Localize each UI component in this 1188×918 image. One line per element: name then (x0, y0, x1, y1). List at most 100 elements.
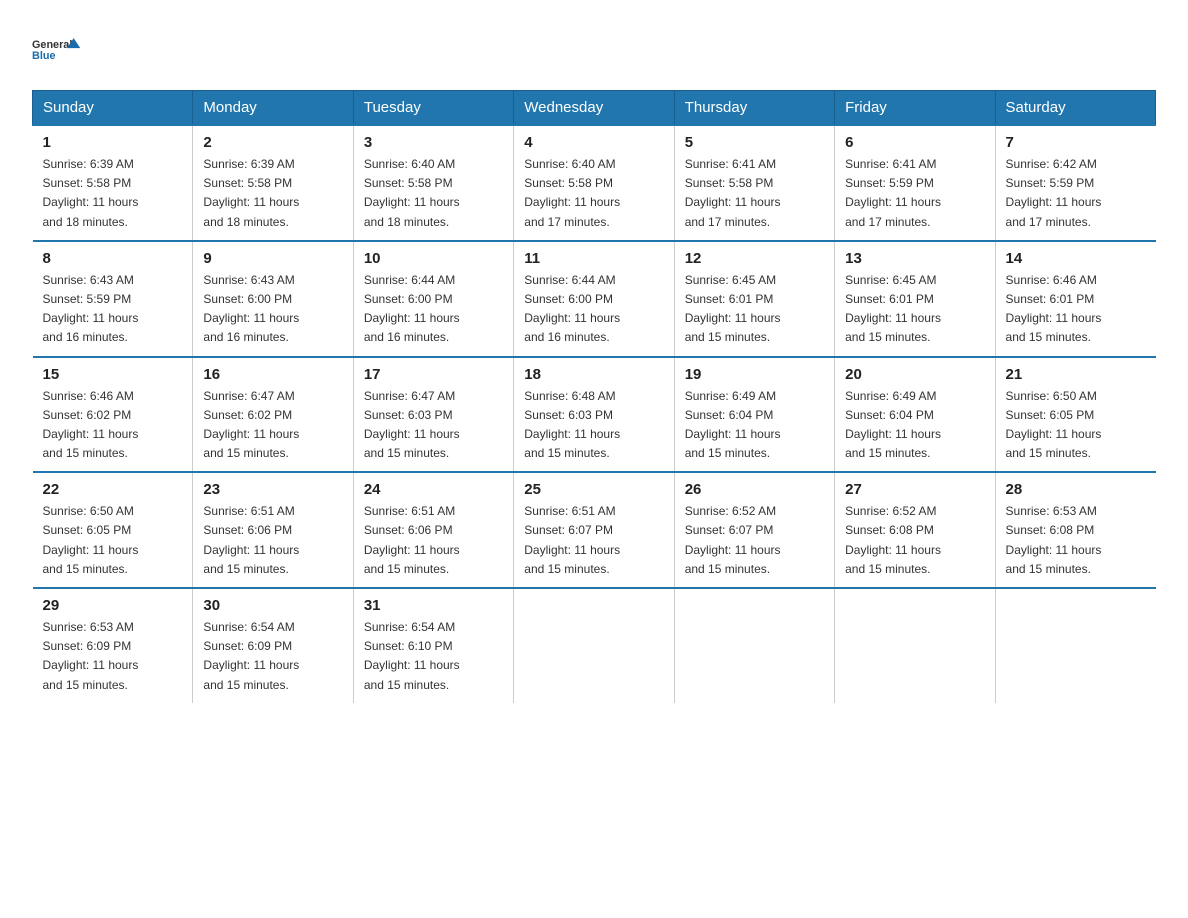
day-info: Sunrise: 6:45 AM Sunset: 6:01 PM Dayligh… (685, 271, 824, 348)
day-number: 27 (845, 481, 984, 498)
day-info: Sunrise: 6:48 AM Sunset: 6:03 PM Dayligh… (524, 387, 663, 464)
day-info: Sunrise: 6:40 AM Sunset: 5:58 PM Dayligh… (524, 155, 663, 232)
day-cell: 27 Sunrise: 6:52 AM Sunset: 6:08 PM Dayl… (835, 472, 995, 588)
weekday-header-sunday: Sunday (33, 91, 193, 126)
day-number: 16 (203, 366, 342, 383)
day-info: Sunrise: 6:46 AM Sunset: 6:02 PM Dayligh… (43, 387, 183, 464)
day-number: 5 (685, 134, 824, 151)
day-info: Sunrise: 6:51 AM Sunset: 6:06 PM Dayligh… (203, 502, 342, 579)
weekday-header-wednesday: Wednesday (514, 91, 674, 126)
day-number: 21 (1006, 366, 1146, 383)
weekday-header-saturday: Saturday (995, 91, 1155, 126)
day-cell: 19 Sunrise: 6:49 AM Sunset: 6:04 PM Dayl… (674, 357, 834, 473)
day-cell: 25 Sunrise: 6:51 AM Sunset: 6:07 PM Dayl… (514, 472, 674, 588)
svg-text:Blue: Blue (32, 50, 55, 62)
day-info: Sunrise: 6:41 AM Sunset: 5:58 PM Dayligh… (685, 155, 824, 232)
day-number: 6 (845, 134, 984, 151)
day-cell: 31 Sunrise: 6:54 AM Sunset: 6:10 PM Dayl… (353, 588, 513, 703)
day-info: Sunrise: 6:52 AM Sunset: 6:07 PM Dayligh… (685, 502, 824, 579)
weekday-header-row: SundayMondayTuesdayWednesdayThursdayFrid… (33, 91, 1156, 126)
weekday-header-thursday: Thursday (674, 91, 834, 126)
weekday-header-friday: Friday (835, 91, 995, 126)
day-info: Sunrise: 6:44 AM Sunset: 6:00 PM Dayligh… (364, 271, 503, 348)
day-cell: 1 Sunrise: 6:39 AM Sunset: 5:58 PM Dayli… (33, 125, 193, 241)
logo: General Blue (32, 24, 82, 74)
day-cell: 3 Sunrise: 6:40 AM Sunset: 5:58 PM Dayli… (353, 125, 513, 241)
day-info: Sunrise: 6:45 AM Sunset: 6:01 PM Dayligh… (845, 271, 984, 348)
day-number: 30 (203, 597, 342, 614)
day-number: 29 (43, 597, 183, 614)
day-number: 1 (43, 134, 183, 151)
weekday-header-monday: Monday (193, 91, 353, 126)
day-cell: 16 Sunrise: 6:47 AM Sunset: 6:02 PM Dayl… (193, 357, 353, 473)
day-info: Sunrise: 6:52 AM Sunset: 6:08 PM Dayligh… (845, 502, 984, 579)
day-info: Sunrise: 6:51 AM Sunset: 6:07 PM Dayligh… (524, 502, 663, 579)
day-cell: 7 Sunrise: 6:42 AM Sunset: 5:59 PM Dayli… (995, 125, 1155, 241)
day-info: Sunrise: 6:54 AM Sunset: 6:10 PM Dayligh… (364, 618, 503, 695)
day-info: Sunrise: 6:47 AM Sunset: 6:02 PM Dayligh… (203, 387, 342, 464)
week-row-3: 15 Sunrise: 6:46 AM Sunset: 6:02 PM Dayl… (33, 357, 1156, 473)
day-number: 26 (685, 481, 824, 498)
day-info: Sunrise: 6:49 AM Sunset: 6:04 PM Dayligh… (685, 387, 824, 464)
day-info: Sunrise: 6:41 AM Sunset: 5:59 PM Dayligh… (845, 155, 984, 232)
day-cell: 9 Sunrise: 6:43 AM Sunset: 6:00 PM Dayli… (193, 241, 353, 357)
day-cell: 28 Sunrise: 6:53 AM Sunset: 6:08 PM Dayl… (995, 472, 1155, 588)
day-cell (995, 588, 1155, 703)
day-number: 15 (43, 366, 183, 383)
day-info: Sunrise: 6:43 AM Sunset: 6:00 PM Dayligh… (203, 271, 342, 348)
day-number: 28 (1006, 481, 1146, 498)
day-cell (514, 588, 674, 703)
day-number: 23 (203, 481, 342, 498)
day-number: 3 (364, 134, 503, 151)
day-cell: 22 Sunrise: 6:50 AM Sunset: 6:05 PM Dayl… (33, 472, 193, 588)
page-header: General Blue (32, 24, 1156, 74)
day-cell: 23 Sunrise: 6:51 AM Sunset: 6:06 PM Dayl… (193, 472, 353, 588)
day-cell: 21 Sunrise: 6:50 AM Sunset: 6:05 PM Dayl… (995, 357, 1155, 473)
day-info: Sunrise: 6:43 AM Sunset: 5:59 PM Dayligh… (43, 271, 183, 348)
day-info: Sunrise: 6:49 AM Sunset: 6:04 PM Dayligh… (845, 387, 984, 464)
week-row-4: 22 Sunrise: 6:50 AM Sunset: 6:05 PM Dayl… (33, 472, 1156, 588)
day-number: 9 (203, 250, 342, 267)
day-info: Sunrise: 6:39 AM Sunset: 5:58 PM Dayligh… (203, 155, 342, 232)
day-number: 12 (685, 250, 824, 267)
day-number: 20 (845, 366, 984, 383)
day-cell: 26 Sunrise: 6:52 AM Sunset: 6:07 PM Dayl… (674, 472, 834, 588)
day-number: 19 (685, 366, 824, 383)
day-info: Sunrise: 6:42 AM Sunset: 5:59 PM Dayligh… (1006, 155, 1146, 232)
day-cell: 24 Sunrise: 6:51 AM Sunset: 6:06 PM Dayl… (353, 472, 513, 588)
logo-svg: General Blue (32, 24, 82, 74)
day-info: Sunrise: 6:50 AM Sunset: 6:05 PM Dayligh… (1006, 387, 1146, 464)
day-cell: 11 Sunrise: 6:44 AM Sunset: 6:00 PM Dayl… (514, 241, 674, 357)
day-cell: 2 Sunrise: 6:39 AM Sunset: 5:58 PM Dayli… (193, 125, 353, 241)
day-info: Sunrise: 6:44 AM Sunset: 6:00 PM Dayligh… (524, 271, 663, 348)
day-info: Sunrise: 6:54 AM Sunset: 6:09 PM Dayligh… (203, 618, 342, 695)
day-number: 22 (43, 481, 183, 498)
day-info: Sunrise: 6:51 AM Sunset: 6:06 PM Dayligh… (364, 502, 503, 579)
calendar-table: SundayMondayTuesdayWednesdayThursdayFrid… (32, 90, 1156, 703)
day-number: 24 (364, 481, 503, 498)
day-info: Sunrise: 6:39 AM Sunset: 5:58 PM Dayligh… (43, 155, 183, 232)
day-cell: 4 Sunrise: 6:40 AM Sunset: 5:58 PM Dayli… (514, 125, 674, 241)
day-number: 4 (524, 134, 663, 151)
day-cell: 17 Sunrise: 6:47 AM Sunset: 6:03 PM Dayl… (353, 357, 513, 473)
week-row-1: 1 Sunrise: 6:39 AM Sunset: 5:58 PM Dayli… (33, 125, 1156, 241)
weekday-header-tuesday: Tuesday (353, 91, 513, 126)
day-info: Sunrise: 6:47 AM Sunset: 6:03 PM Dayligh… (364, 387, 503, 464)
day-number: 31 (364, 597, 503, 614)
day-cell (835, 588, 995, 703)
day-cell (674, 588, 834, 703)
day-info: Sunrise: 6:53 AM Sunset: 6:09 PM Dayligh… (43, 618, 183, 695)
day-number: 18 (524, 366, 663, 383)
day-cell: 12 Sunrise: 6:45 AM Sunset: 6:01 PM Dayl… (674, 241, 834, 357)
day-number: 2 (203, 134, 342, 151)
day-info: Sunrise: 6:40 AM Sunset: 5:58 PM Dayligh… (364, 155, 503, 232)
week-row-2: 8 Sunrise: 6:43 AM Sunset: 5:59 PM Dayli… (33, 241, 1156, 357)
day-cell: 15 Sunrise: 6:46 AM Sunset: 6:02 PM Dayl… (33, 357, 193, 473)
week-row-5: 29 Sunrise: 6:53 AM Sunset: 6:09 PM Dayl… (33, 588, 1156, 703)
day-number: 7 (1006, 134, 1146, 151)
day-info: Sunrise: 6:46 AM Sunset: 6:01 PM Dayligh… (1006, 271, 1146, 348)
day-cell: 14 Sunrise: 6:46 AM Sunset: 6:01 PM Dayl… (995, 241, 1155, 357)
day-info: Sunrise: 6:53 AM Sunset: 6:08 PM Dayligh… (1006, 502, 1146, 579)
day-cell: 30 Sunrise: 6:54 AM Sunset: 6:09 PM Dayl… (193, 588, 353, 703)
day-number: 8 (43, 250, 183, 267)
